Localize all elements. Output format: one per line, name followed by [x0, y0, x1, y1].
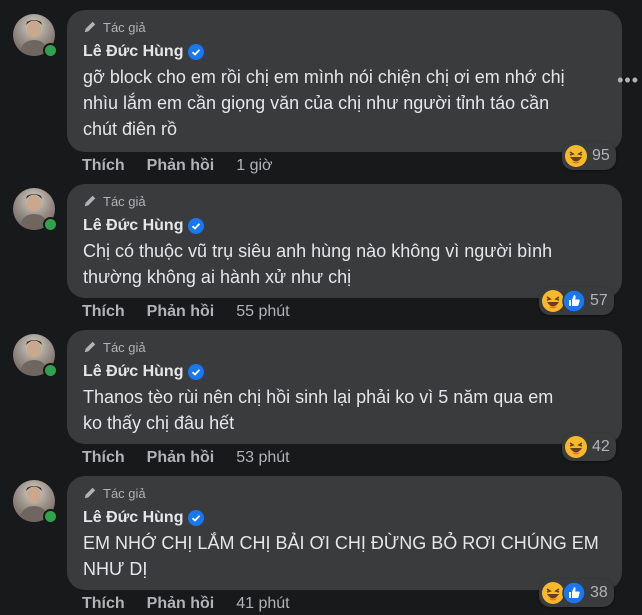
online-status-dot [43, 217, 58, 232]
author-badge-label: Tác giả [103, 19, 146, 35]
reactions-summary[interactable]: 38 [539, 579, 614, 607]
online-status-dot [43, 43, 58, 58]
online-status-dot [43, 363, 58, 378]
comment-actions: Thích Phản hồi 53 phút [82, 448, 290, 468]
comment-bubble: Tác giả Lê Đức Hùng Thanos tèo rùi nên c… [67, 330, 622, 444]
reactions-summary[interactable]: 95 [562, 142, 616, 170]
like-reaction-icon [562, 289, 586, 313]
reply-button[interactable]: Phản hồi [147, 595, 215, 613]
comment-text: Thanos tèo rùi nên chị hồi sinh lại phải… [83, 387, 554, 433]
author-badge-label: Tác giả [103, 339, 146, 355]
like-button[interactable]: Thích [82, 157, 125, 175]
haha-reaction-icon [565, 436, 587, 458]
commenter-name[interactable]: Lê Đức Hùng [83, 363, 183, 381]
comment-actions: Thích Phản hồi 1 giờ [82, 156, 273, 176]
commenter-name[interactable]: Lê Đức Hùng [83, 43, 183, 61]
reactions-summary[interactable]: 57 [539, 287, 614, 315]
reaction-count: 95 [592, 147, 610, 164]
comment-bubble: Tác giả Lê Đức Hùng EM NHỚ CHỊ LẮM CHỊ B… [67, 476, 622, 590]
reaction-count: 42 [592, 438, 610, 455]
verified-badge-icon [188, 510, 205, 526]
reply-button[interactable]: Phản hồi [147, 303, 215, 321]
reply-button[interactable]: Phản hồi [147, 449, 215, 467]
comment-timestamp[interactable]: 53 phút [236, 449, 289, 467]
like-button[interactable]: Thích [82, 449, 125, 467]
author-badge-label: Tác giả [103, 485, 146, 501]
author-badge: Tác giả [83, 192, 606, 210]
like-button[interactable]: Thích [82, 303, 125, 321]
more-options-icon[interactable]: ••• [617, 70, 639, 91]
commenter-name[interactable]: Lê Đức Hùng [83, 509, 183, 527]
comment-text: gỡ block cho em rồi chị em mình nói chiệ… [83, 67, 565, 139]
author-badge: Tác giả [83, 18, 606, 36]
comment-timestamp[interactable]: 55 phút [236, 303, 289, 321]
comment-bubble: Tác giả Lê Đức Hùng Chị có thuộc vũ trụ … [67, 184, 622, 298]
comment-text: Chị có thuộc vũ trụ siêu anh hùng nào kh… [83, 241, 553, 287]
pencil-icon [84, 341, 96, 353]
comment-timestamp[interactable]: 1 giờ [236, 157, 272, 175]
author-badge: Tác giả [83, 338, 606, 356]
comment: Tác giả Lê Đức Hùng Thanos tèo rùi nên c… [0, 320, 642, 466]
reaction-count: 38 [590, 584, 608, 601]
reply-button[interactable]: Phản hồi [147, 157, 215, 175]
reactions-summary[interactable]: 42 [562, 433, 616, 461]
pencil-icon [84, 195, 96, 207]
comment-bubble: Tác giả Lê Đức Hùng gỡ block cho em rồi … [67, 10, 622, 152]
haha-reaction-icon [565, 145, 587, 167]
like-reaction-icon [562, 581, 586, 605]
comment-actions: Thích Phản hồi 55 phút [82, 302, 290, 322]
reaction-count: 57 [590, 292, 608, 309]
verified-badge-icon [188, 218, 205, 234]
comment: Tác giả Lê Đức Hùng Chị có thuộc vũ trụ … [0, 174, 642, 320]
online-status-dot [43, 509, 58, 524]
verified-badge-icon [188, 364, 205, 380]
author-badge: Tác giả [83, 484, 606, 502]
comment: Tác giả Lê Đức Hùng EM NHỚ CHỊ LẮM CHỊ B… [0, 466, 642, 612]
like-button[interactable]: Thích [82, 595, 125, 613]
author-badge-label: Tác giả [103, 193, 146, 209]
commenter-name[interactable]: Lê Đức Hùng [83, 217, 183, 235]
pencil-icon [84, 21, 96, 33]
comment-timestamp[interactable]: 41 phút [236, 595, 289, 613]
comment-actions: Thích Phản hồi 41 phút [82, 594, 290, 614]
pencil-icon [84, 487, 96, 499]
comment-text: EM NHỚ CHỊ LẮM CHỊ BẢI ƠI CHỊ ĐỪNG BỎ RƠ… [83, 533, 599, 579]
verified-badge-icon [188, 44, 205, 60]
comment: Tác giả Lê Đức Hùng gỡ block cho em rồi … [0, 0, 642, 174]
